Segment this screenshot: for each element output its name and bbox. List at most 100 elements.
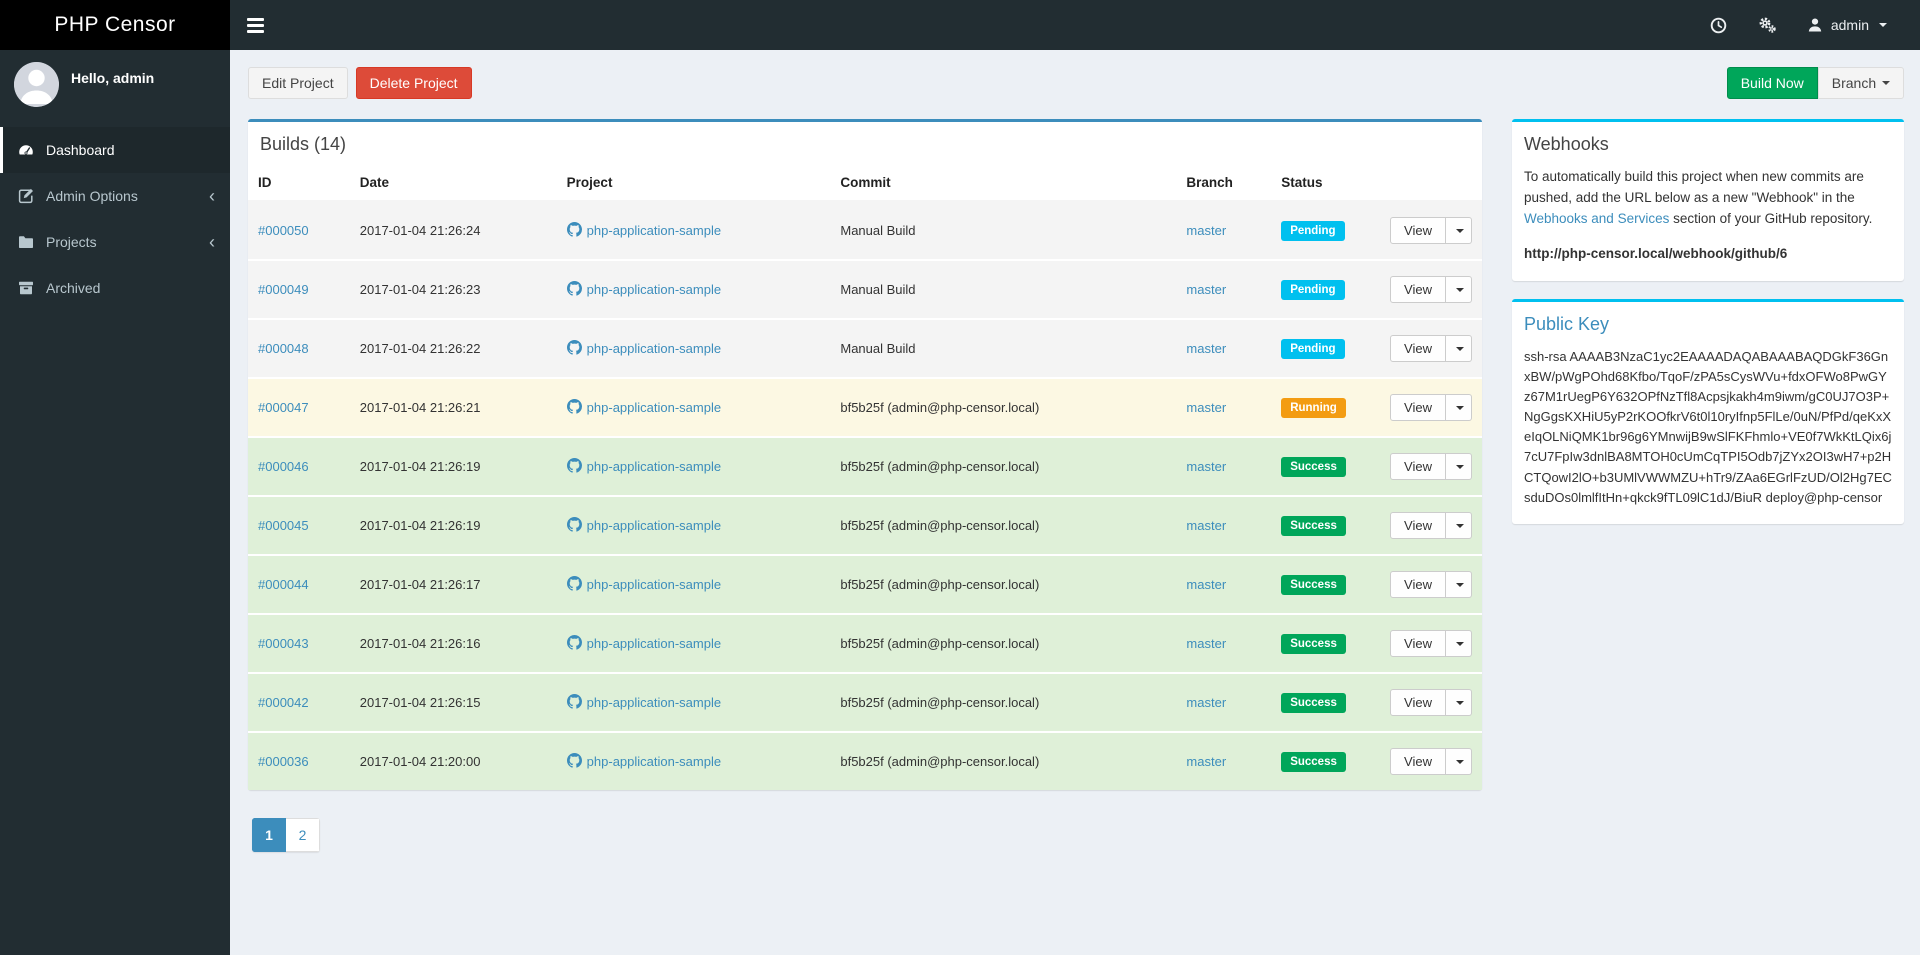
build-branch-link[interactable]: master: [1186, 754, 1226, 769]
build-project-link[interactable]: php-application-sample: [566, 398, 721, 417]
build-project-link[interactable]: php-application-sample: [566, 221, 721, 240]
build-id-link[interactable]: #000048: [258, 341, 309, 356]
sidebar-toggle-button[interactable]: [230, 0, 280, 50]
build-project-link[interactable]: php-application-sample: [566, 634, 721, 653]
view-dropdown-toggle[interactable]: [1446, 748, 1472, 775]
build-commit[interactable]: bf5b25f (admin@php-censor.local): [840, 459, 1039, 474]
edit-project-button[interactable]: Edit Project: [248, 67, 348, 99]
github-icon: [566, 575, 582, 594]
view-dropdown-toggle[interactable]: [1446, 276, 1472, 303]
build-branch-link[interactable]: master: [1186, 282, 1226, 297]
build-project-link[interactable]: php-application-sample: [566, 339, 721, 358]
view-dropdown-toggle[interactable]: [1446, 335, 1472, 362]
view-button[interactable]: View: [1390, 217, 1446, 244]
view-dropdown-toggle[interactable]: [1446, 630, 1472, 657]
pagination-page-2[interactable]: 2: [286, 818, 320, 852]
build-branch-link[interactable]: master: [1186, 459, 1226, 474]
folder-icon: [18, 234, 46, 250]
public-key-title: Public Key: [1524, 313, 1610, 334]
build-branch-link[interactable]: master: [1186, 577, 1226, 592]
view-dropdown-toggle[interactable]: [1446, 394, 1472, 421]
user-menu[interactable]: admin: [1792, 0, 1902, 50]
view-dropdown-toggle[interactable]: [1446, 571, 1472, 598]
build-id-link[interactable]: #000046: [258, 459, 309, 474]
build-commit[interactable]: bf5b25f (admin@php-censor.local): [840, 695, 1039, 710]
table-header-row: ID Date Project Commit Branch Status: [248, 165, 1482, 202]
build-branch-link[interactable]: master: [1186, 636, 1226, 651]
build-row: #000048 2017-01-04 21:26:22 php-applicat…: [248, 318, 1482, 378]
build-now-button[interactable]: Build Now: [1726, 67, 1818, 99]
chevron-left-icon: ‹: [209, 186, 215, 206]
pagination-page-1[interactable]: 1: [252, 818, 286, 852]
view-button-group: View: [1390, 217, 1472, 244]
build-branch-link[interactable]: master: [1186, 341, 1226, 356]
build-id-link[interactable]: #000042: [258, 695, 309, 710]
sidebar-item-admin-options[interactable]: Admin Options ‹: [0, 173, 230, 219]
public-key-box: Public Key ssh-rsa AAAAB3NzaC1yc2EAAAADA…: [1512, 298, 1904, 524]
build-id-link[interactable]: #000044: [258, 577, 309, 592]
view-button[interactable]: View: [1390, 394, 1446, 421]
view-dropdown-toggle[interactable]: [1446, 512, 1472, 539]
build-project-link[interactable]: php-application-sample: [566, 457, 721, 476]
sidebar-item-projects[interactable]: Projects ‹: [0, 219, 230, 265]
project-actions: Edit Project Delete Project Build Now Br…: [248, 67, 1904, 99]
build-queue-button[interactable]: [1695, 0, 1742, 50]
caret-down-icon: [1455, 287, 1464, 292]
build-date: 2017-01-04 21:26:19: [349, 495, 557, 555]
view-button[interactable]: View: [1390, 748, 1446, 775]
sidebar-menu: Dashboard Admin Options ‹ Projects ‹ Archived: [0, 127, 230, 311]
build-id-link[interactable]: #000049: [258, 282, 309, 297]
build-id-link[interactable]: #000045: [258, 518, 309, 533]
build-project-link[interactable]: php-application-sample: [566, 280, 721, 299]
build-date: 2017-01-04 21:26:19: [349, 436, 557, 496]
caret-down-icon: [1455, 523, 1464, 528]
caret-down-icon: [1455, 346, 1464, 351]
view-button[interactable]: View: [1390, 276, 1446, 303]
build-row: #000036 2017-01-04 21:20:00 php-applicat…: [248, 731, 1482, 790]
build-row: #000049 2017-01-04 21:26:23 php-applicat…: [248, 259, 1482, 319]
view-dropdown-toggle[interactable]: [1446, 217, 1472, 244]
settings-button[interactable]: [1742, 0, 1792, 50]
view-button[interactable]: View: [1390, 571, 1446, 598]
build-commit[interactable]: bf5b25f (admin@php-censor.local): [840, 636, 1039, 651]
view-button[interactable]: View: [1390, 630, 1446, 657]
branch-dropdown-button[interactable]: Branch: [1817, 67, 1904, 99]
delete-project-button[interactable]: Delete Project: [355, 67, 472, 99]
build-id-link[interactable]: #000043: [258, 636, 309, 651]
webhooks-services-link[interactable]: Webhooks and Services: [1524, 211, 1669, 226]
build-branch-link[interactable]: master: [1186, 400, 1226, 415]
build-commit[interactable]: bf5b25f (admin@php-censor.local): [840, 754, 1039, 769]
build-branch-link[interactable]: master: [1186, 518, 1226, 533]
view-dropdown-toggle[interactable]: [1446, 453, 1472, 480]
build-id-link[interactable]: #000036: [258, 754, 309, 769]
user-panel: Hello, admin: [0, 50, 230, 121]
build-row: #000050 2017-01-04 21:26:24 php-applicat…: [248, 200, 1482, 260]
build-id-link[interactable]: #000047: [258, 400, 309, 415]
build-project-link[interactable]: php-application-sample: [566, 752, 721, 771]
build-commit[interactable]: bf5b25f (admin@php-censor.local): [840, 577, 1039, 592]
build-date: 2017-01-04 21:26:16: [349, 613, 557, 673]
build-commit[interactable]: bf5b25f (admin@php-censor.local): [840, 518, 1039, 533]
avatar: [14, 62, 59, 107]
build-date: 2017-01-04 21:26:22: [349, 318, 557, 378]
build-branch-link[interactable]: master: [1186, 695, 1226, 710]
view-dropdown-toggle[interactable]: [1446, 689, 1472, 716]
build-project-link[interactable]: php-application-sample: [566, 516, 721, 535]
sidebar-item-dashboard[interactable]: Dashboard: [0, 127, 230, 173]
build-commit[interactable]: bf5b25f (admin@php-censor.local): [840, 400, 1039, 415]
build-branch-link[interactable]: master: [1186, 223, 1226, 238]
status-badge: Pending: [1281, 338, 1345, 359]
view-button[interactable]: View: [1390, 689, 1446, 716]
view-button[interactable]: View: [1390, 512, 1446, 539]
status-badge: Pending: [1281, 220, 1345, 241]
view-button[interactable]: View: [1390, 335, 1446, 362]
build-project-link[interactable]: php-application-sample: [566, 575, 721, 594]
sidebar-item-archived[interactable]: Archived: [0, 265, 230, 311]
user-greeting: Hello, admin: [71, 70, 155, 86]
build-id-link[interactable]: #000050: [258, 223, 309, 238]
build-project-link[interactable]: php-application-sample: [566, 693, 721, 712]
gauge-icon: [18, 142, 46, 158]
view-button[interactable]: View: [1390, 453, 1446, 480]
app-logo[interactable]: PHP Censor: [0, 0, 230, 50]
caret-down-icon: [1879, 23, 1887, 27]
